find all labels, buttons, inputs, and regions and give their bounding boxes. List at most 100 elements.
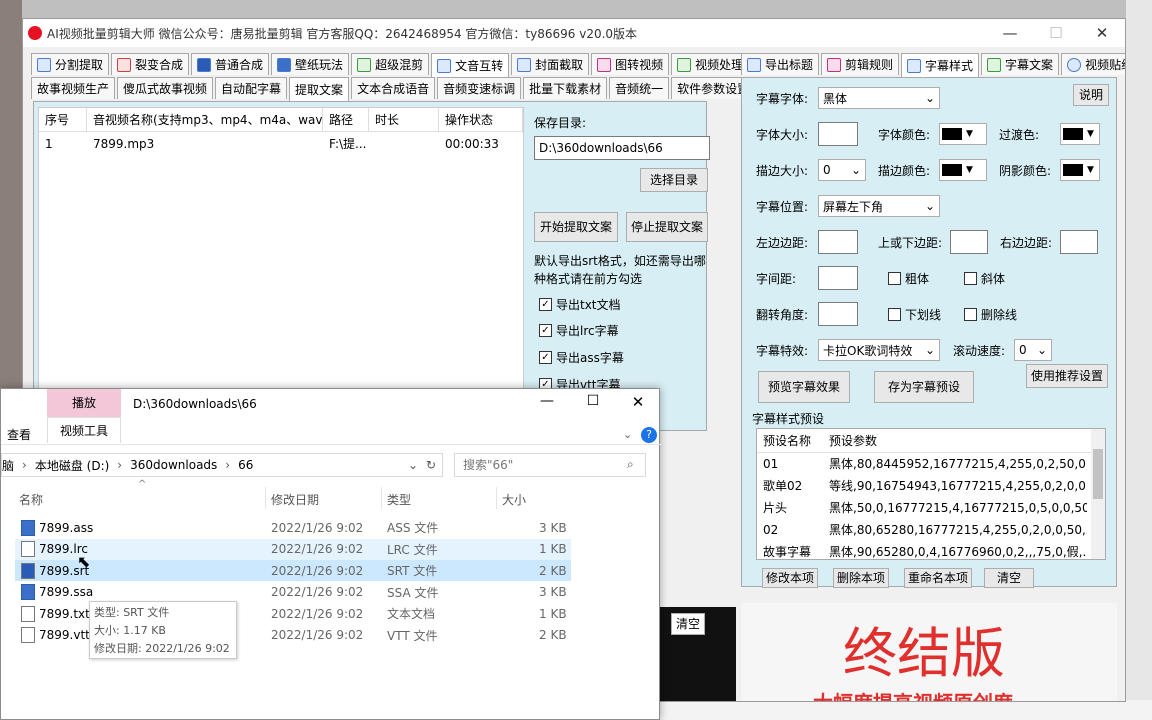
font-size-input[interactable] (818, 122, 858, 146)
save-preset-button[interactable]: 存为字幕预设 (874, 371, 974, 403)
start-extract-button[interactable]: 开始提取文案 (534, 212, 618, 242)
preset-row[interactable]: 01 黑体,80,8445952,16777215,4,255,0,2,50,0,… (757, 453, 1105, 475)
breadcrumb-item[interactable]: 360downloads (130, 458, 217, 472)
tab-image-video[interactable]: 图转视频 (591, 53, 670, 75)
font-select[interactable]: 黑体 ⌄ (818, 87, 940, 109)
breadcrumb[interactable]: 脑 › 本地磁盘 (D:) › 360downloads › 66 ⌄ ↻ (1, 453, 443, 477)
checkbox-box[interactable] (888, 272, 901, 285)
recommend-button[interactable]: 使用推荐设置 (1026, 364, 1108, 388)
tab-subtitle-style[interactable]: 字幕样式 (901, 53, 980, 77)
tab-play[interactable]: 播放 (47, 389, 121, 417)
file-row[interactable]: 7899.ssa 2022/1/26 9:02 SSA 文件 3 KB (15, 582, 571, 603)
right-margin-input[interactable] (1060, 230, 1098, 254)
column-name[interactable]: 名称 (19, 491, 43, 508)
export-ass-checkbox[interactable]: ✓ 导出ass字幕 (539, 349, 624, 366)
underline-checkbox[interactable]: 下划线 (888, 306, 941, 323)
breadcrumb-item[interactable]: 本地磁盘 (D:) (35, 457, 109, 474)
tab-auto-subtitle[interactable]: 自动配字幕 (215, 77, 288, 99)
clear-log-button[interactable]: 清空 (671, 613, 705, 635)
breadcrumb-item[interactable]: 66 (238, 458, 253, 472)
tab-video-process[interactable]: 视频处理 (671, 53, 750, 75)
preset-row[interactable]: 歌单02 等线,90,16754943,16777215,4,255,0,2,0,… (757, 475, 1105, 497)
checkbox-box[interactable] (964, 272, 977, 285)
stop-extract-button[interactable]: 停止提取文案 (626, 212, 708, 242)
delete-preset-button[interactable]: 删除本项 (833, 568, 889, 588)
help-icon[interactable]: ? (641, 427, 657, 443)
speed-select[interactable]: 0 ⌄ (1014, 339, 1052, 361)
export-lrc-checkbox[interactable]: ✓ 导出lrc字幕 (539, 322, 619, 339)
scrollbar[interactable] (1091, 429, 1105, 559)
rotate-input[interactable] (818, 302, 858, 326)
checkbox-box[interactable]: ✓ (539, 351, 552, 364)
minimize-button[interactable]: — (524, 393, 570, 409)
maximize-button[interactable]: ☐ (1033, 19, 1079, 47)
font-color-picker[interactable]: ▼ (939, 123, 987, 145)
search-icon[interactable]: ⌕ (627, 457, 634, 472)
save-dir-input[interactable]: D:\360downloads\66 (534, 136, 710, 160)
preset-row[interactable]: 故事字幕 黑体,90,65280,0,4,16776960,0,2,,,75,0,… (757, 541, 1105, 559)
column-header[interactable]: 音视频名称(支持mp3、mp4、m4a、wav) (87, 108, 323, 131)
tab-extract-text[interactable]: 提取文案 (289, 77, 350, 101)
file-row[interactable]: 7899.ass 2022/1/26 9:02 ASS 文件 3 KB (15, 517, 571, 538)
export-txt-checkbox[interactable]: ✓ 导出txt文档 (539, 296, 621, 313)
column-type[interactable]: 类型 (387, 491, 411, 508)
tab-normal-merge[interactable]: 普通合成 (191, 53, 270, 75)
tab-subtitle-text[interactable]: 字幕文案 (981, 53, 1060, 75)
spacing-input[interactable] (818, 266, 858, 290)
file-row[interactable]: 7899.srt 2022/1/26 9:02 SRT 文件 2 KB (15, 560, 571, 581)
chevron-down-icon[interactable]: ⌄ (408, 458, 418, 472)
breadcrumb-item[interactable]: 脑 (2, 457, 14, 474)
scrollbar-thumb[interactable] (1093, 449, 1103, 499)
column-header[interactable]: 路径 (323, 108, 369, 131)
left-margin-input[interactable] (818, 230, 858, 254)
checkbox-box[interactable] (888, 308, 901, 321)
close-button[interactable]: ✕ (1079, 19, 1125, 47)
file-row[interactable]: 7899.lrc 2022/1/26 9:02 LRC 文件 1 KB (15, 538, 571, 560)
transition-color-picker[interactable]: ▼ (1060, 123, 1100, 145)
tab-wallpaper[interactable]: 壁纸玩法 (271, 53, 350, 75)
close-button[interactable]: ✕ (615, 393, 661, 411)
effect-select[interactable]: 卡拉OK歌词特效 ⌄ (818, 339, 940, 361)
minimize-button[interactable]: — (987, 19, 1033, 47)
tab-tts[interactable]: 文本合成语音 (351, 77, 436, 99)
column-size[interactable]: 大小 (502, 491, 526, 508)
maximize-button[interactable]: ☐ (570, 393, 616, 409)
chevron-down-icon[interactable]: ⌄ (623, 428, 632, 441)
tab-easy-story[interactable]: 傻瓜式故事视频 (117, 77, 214, 99)
position-select[interactable]: 屏幕左下角 ⌄ (818, 195, 940, 217)
tab-text-audio[interactable]: 文音互转 (431, 53, 510, 77)
column-header[interactable]: 预设名称 (757, 429, 823, 452)
italic-checkbox[interactable]: 斜体 (964, 270, 1005, 287)
preview-button[interactable]: 预览字幕效果 (758, 371, 850, 403)
tab-view[interactable]: 查看 (7, 426, 31, 443)
search-input[interactable]: 搜索"66" (454, 453, 646, 477)
column-date[interactable]: 修改日期 (271, 491, 319, 508)
tab-audio-unify[interactable]: 音频统一 (609, 77, 670, 99)
tab-edit-rules[interactable]: 剪辑规则 (821, 53, 900, 75)
preset-row[interactable]: 02 黑体,80,65280,16777215,4,255,0,2,0,0,50,… (757, 519, 1105, 541)
column-header[interactable]: 序号 (39, 108, 87, 131)
tab-super-mix[interactable]: 超级混剪 (351, 53, 430, 75)
choose-dir-button[interactable]: 选择目录 (640, 168, 708, 192)
tab-batch-download[interactable]: 批量下载素材 (523, 77, 608, 99)
tab-export-title[interactable]: 导出标题 (741, 53, 820, 75)
bold-checkbox[interactable]: 粗体 (888, 270, 929, 287)
shadow-color-picker[interactable]: ▼ (1060, 159, 1100, 181)
rename-preset-button[interactable]: 重命名本项 (904, 568, 972, 588)
tab-cover[interactable]: 封面截取 (511, 53, 590, 75)
strike-checkbox[interactable]: 删除线 (964, 306, 1017, 323)
help-button[interactable]: 说明 (1073, 84, 1109, 106)
tab-story-video[interactable]: 故事视频生产 (31, 77, 116, 99)
checkbox-box[interactable]: ✓ (539, 324, 552, 337)
clear-presets-button[interactable]: 清空 (984, 568, 1034, 588)
column-header[interactable]: 操作状态 (439, 108, 523, 131)
tab-video-sticker[interactable]: 视频贴纸 (1061, 53, 1125, 75)
preset-row[interactable]: 片头 黑体,50,0,16777215,4,16777215,0,5,0,0,50… (757, 497, 1105, 519)
refresh-icon[interactable]: ↻ (426, 458, 436, 472)
edit-preset-button[interactable]: 修改本项 (762, 568, 818, 588)
stroke-color-picker[interactable]: ▼ (939, 159, 987, 181)
table-row[interactable]: 1 7899.mp3 F:\提... 00:00:33 (39, 132, 523, 156)
checkbox-box[interactable] (964, 308, 977, 321)
column-header[interactable]: 时长 (369, 108, 439, 131)
column-header[interactable]: 预设参数 (823, 429, 877, 452)
